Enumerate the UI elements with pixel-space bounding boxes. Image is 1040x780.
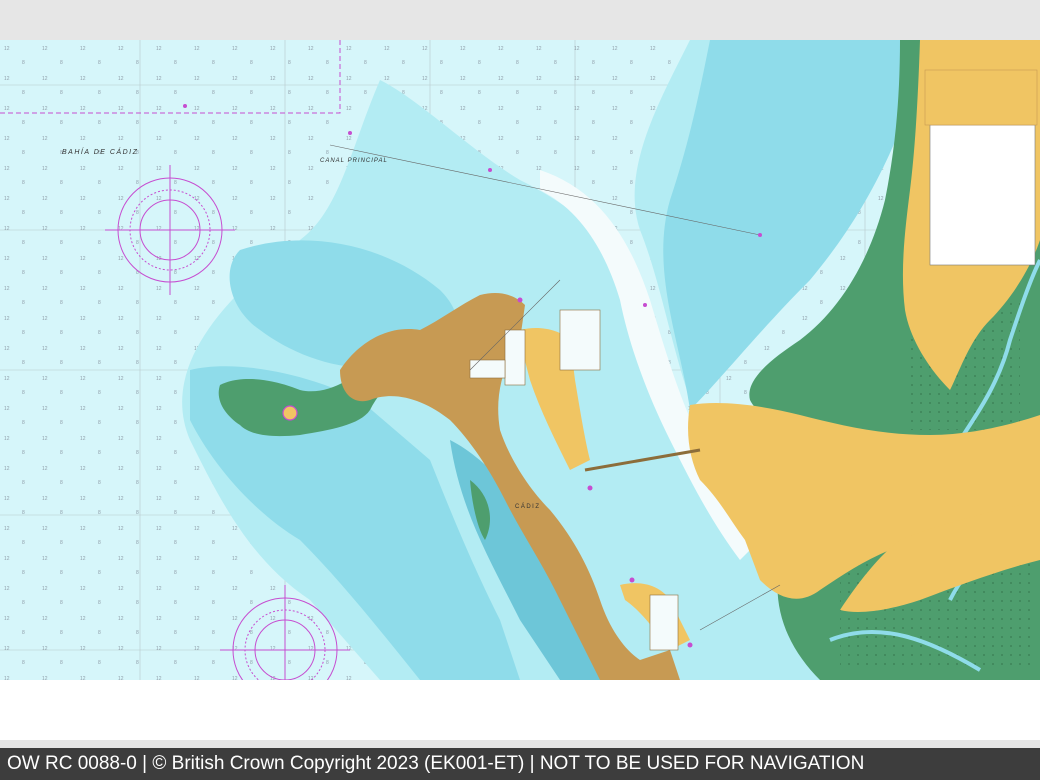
viewer-margin (0, 680, 1040, 740)
viewer-top-bar (0, 0, 1040, 40)
nautical-chart-viewport[interactable]: 12 8 (0, 40, 1040, 680)
bay-name-label: BAHÍA DE CÁDIZ (62, 147, 138, 156)
nautical-chart: 12 8 (0, 40, 1040, 680)
copyright-footer: OW RC 0088-0 | © British Crown Copyright… (0, 748, 1040, 780)
city-name-label: CÁDIZ (515, 503, 541, 510)
inset-panel (929, 124, 1036, 266)
channel-name-label: CANAL PRINCIPAL (320, 158, 388, 164)
notes-panel (924, 69, 1038, 126)
footer-separator (0, 740, 1040, 748)
fort-marker (282, 405, 298, 421)
